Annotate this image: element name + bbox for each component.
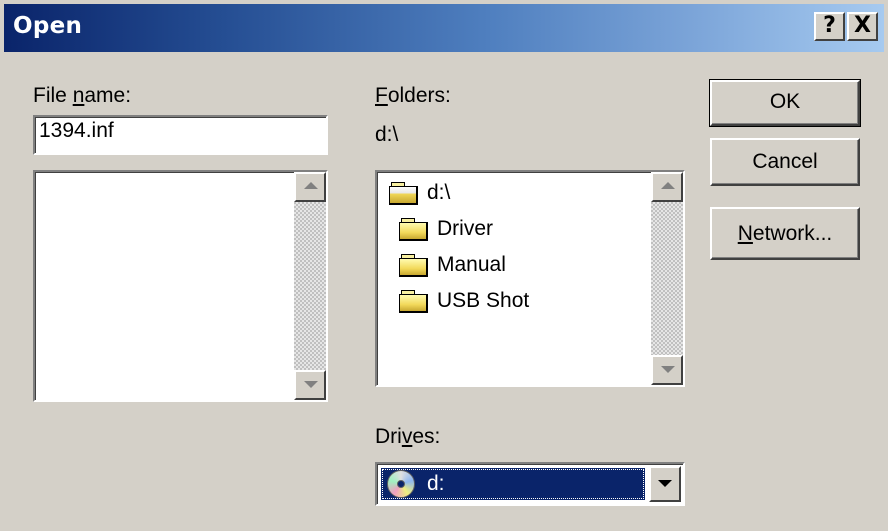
cancel-button[interactable]: Cancel <box>710 138 860 186</box>
file-list-scrollbar[interactable] <box>294 172 326 400</box>
folder-list-scrollbar[interactable] <box>651 172 683 385</box>
drives-dropdown[interactable]: d: <box>375 462 685 506</box>
drives-selected-value: d: <box>427 472 445 495</box>
folder-icon <box>399 218 429 241</box>
folder-list-scroll-up-button[interactable] <box>651 172 683 202</box>
folder-item-d-root[interactable]: d:\ <box>389 176 450 210</box>
file-list-scroll-up-button[interactable] <box>294 172 326 202</box>
scroll-up-arrow-icon <box>304 182 318 189</box>
close-button[interactable]: X <box>847 12 878 41</box>
file-name-input[interactable]: 1394.inf <box>33 115 328 155</box>
network-button[interactable]: Network... <box>710 207 860 260</box>
current-folder-path: d:\ <box>375 123 399 146</box>
help-button[interactable]: ? <box>814 12 845 41</box>
folder-item-label: USB Shot <box>437 289 530 312</box>
drives-label: Drives: <box>375 425 441 448</box>
folder-icon <box>399 254 429 277</box>
scroll-up-arrow-icon <box>661 182 675 189</box>
folder-list-scroll-down-button[interactable] <box>651 355 683 385</box>
file-name-value: 1394.inf <box>39 119 114 142</box>
file-name-label: File name: <box>33 84 132 107</box>
title-bar[interactable]: Open ? X <box>4 4 884 52</box>
folders-label: Folders: <box>375 84 451 107</box>
scroll-down-arrow-icon <box>661 366 675 373</box>
folder-item-driver[interactable]: Driver <box>399 212 493 246</box>
network-accel: N <box>737 222 753 245</box>
network-label: etwork... <box>752 222 833 245</box>
chevron-down-icon <box>658 480 672 487</box>
scroll-down-arrow-icon <box>304 381 318 388</box>
open-folder-icon <box>389 182 419 205</box>
drives-dropdown-button[interactable] <box>649 466 681 502</box>
folder-item-manual[interactable]: Manual <box>399 248 506 282</box>
folder-item-label: Driver <box>437 217 493 240</box>
file-list-scroll-down-button[interactable] <box>294 370 326 400</box>
dialog-title: Open <box>13 13 83 39</box>
cd-drive-icon <box>387 470 415 498</box>
folder-item-usb-shot[interactable]: USB Shot <box>399 284 529 318</box>
ok-button[interactable]: OK <box>709 79 861 127</box>
folder-item-label: d:\ <box>427 181 451 204</box>
folder-item-label: Manual <box>437 253 506 276</box>
open-dialog: Open ? X File name: 1394.inf Folders: d:… <box>0 0 888 531</box>
folder-icon <box>399 290 429 313</box>
file-list[interactable] <box>33 170 328 402</box>
drives-selected-item: d: <box>381 468 645 500</box>
folder-list[interactable]: d:\ Driver Manual USB Shot <box>375 170 685 387</box>
